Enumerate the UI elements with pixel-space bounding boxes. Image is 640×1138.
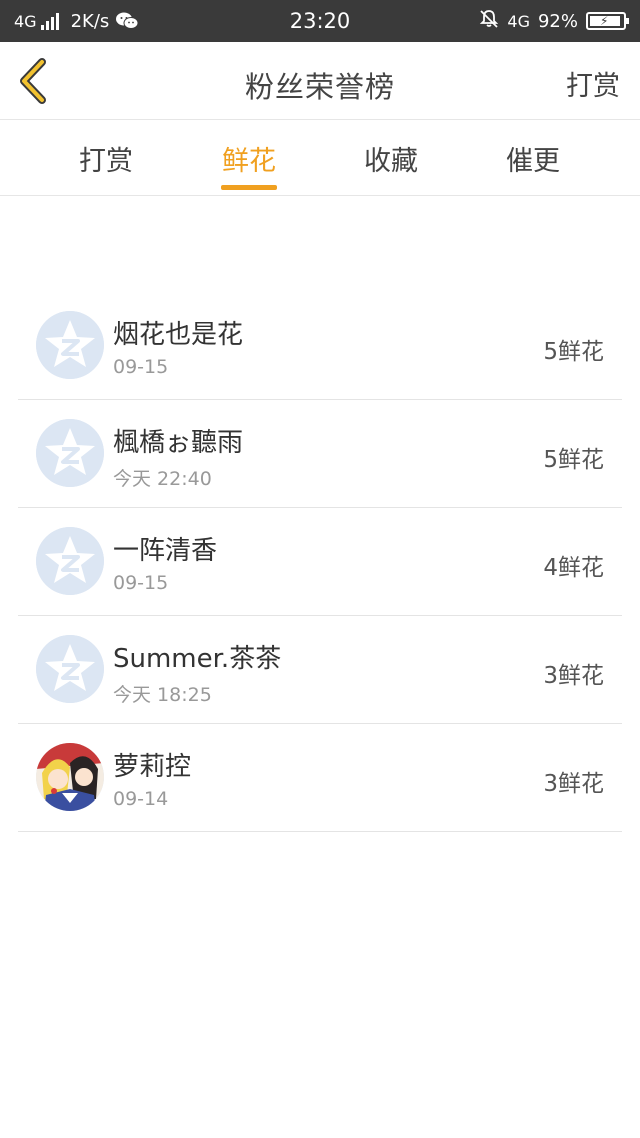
list-item[interactable]: 楓橋ぉ聽雨 今天 22:40 5鲜花 (18, 400, 622, 508)
fan-name: 一阵清香 (113, 536, 218, 566)
fan-time: 09-14 (113, 788, 169, 810)
flower-count: 4鲜花 (543, 555, 604, 581)
fan-name: 萝莉控 (113, 752, 192, 782)
active-tab-indicator (221, 185, 277, 190)
list-item[interactable]: 萝莉控 09-14 3鲜花 (18, 724, 622, 832)
fan-time: 今天 18:25 (113, 684, 212, 706)
fan-name: 楓橋ぉ聽雨 (113, 428, 244, 458)
reward-button[interactable]: 打赏 (566, 64, 620, 103)
list-item[interactable]: 烟花也是花 09-15 5鲜花 (18, 292, 622, 400)
battery-percent: 92% (537, 10, 578, 32)
fan-time: 09-15 (113, 572, 169, 594)
anime-avatar-picture (36, 743, 104, 811)
default-avatar-icon (36, 419, 104, 487)
status-bar: 4G 2K/s 23:20 4G 92% ⚡ (0, 0, 640, 42)
default-avatar-icon (36, 311, 104, 379)
tab-reward[interactable]: 打赏 (46, 139, 166, 178)
default-avatar-icon (36, 527, 104, 595)
battery-icon: ⚡ (586, 12, 629, 30)
fan-name: 烟花也是花 (113, 320, 244, 350)
flower-count: 3鲜花 (543, 663, 604, 689)
flower-count: 5鲜花 (543, 447, 604, 473)
mute-bell-icon (479, 9, 499, 34)
fan-time: 09-15 (113, 356, 169, 378)
tab-bar: 打赏 鲜花 收藏 催更 (0, 121, 640, 196)
page-title: 粉丝荣誉榜 (244, 70, 395, 104)
tab-favorites[interactable]: 收藏 (331, 139, 451, 178)
fan-name: Summer.茶茶 (113, 644, 282, 674)
list-item[interactable]: 一阵清香 09-15 4鲜花 (18, 508, 622, 616)
fan-time: 今天 22:40 (113, 468, 212, 490)
tab-urge-update[interactable]: 催更 (473, 139, 593, 178)
status-right: 4G 92% ⚡ (471, 9, 629, 34)
fan-list: 烟花也是花 09-15 5鲜花 楓橋ぉ聽雨 今天 22:40 5鲜花 一阵清香 … (18, 292, 622, 832)
nav-bar: 粉丝荣誉榜 打赏 (0, 42, 640, 120)
flower-count: 3鲜花 (543, 771, 604, 797)
default-avatar-icon (36, 635, 104, 703)
flower-count: 5鲜花 (543, 339, 604, 365)
network-type-right: 4G (507, 11, 530, 31)
list-item[interactable]: Summer.茶茶 今天 18:25 3鲜花 (18, 616, 622, 724)
tab-flowers[interactable]: 鲜花 (189, 139, 309, 178)
